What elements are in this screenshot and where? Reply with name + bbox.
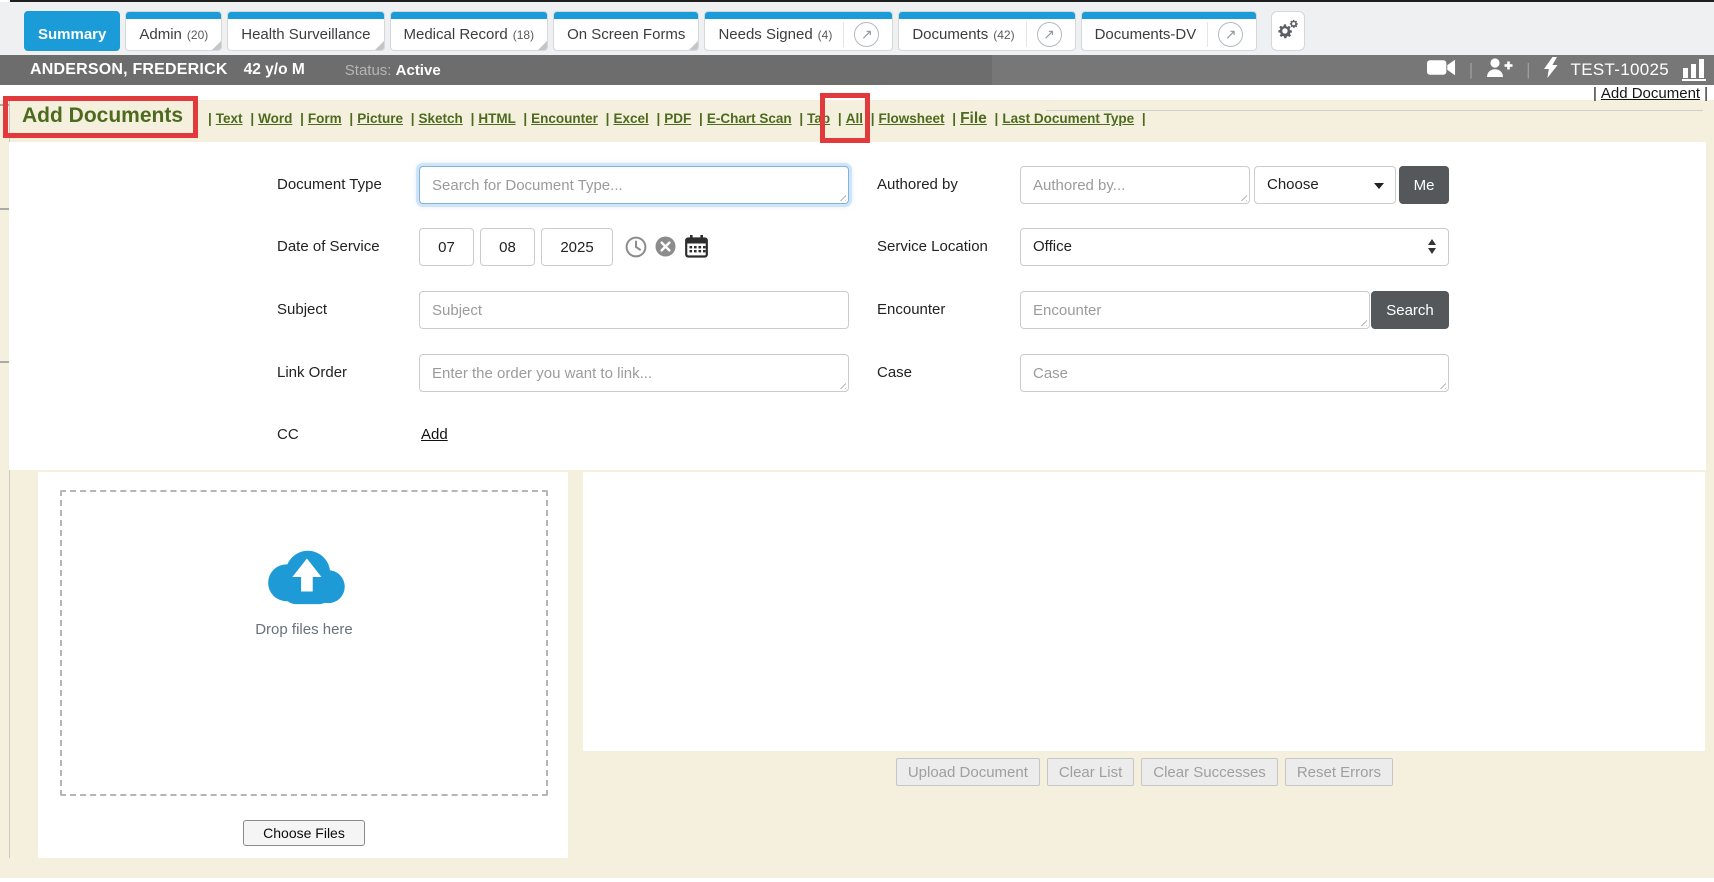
patient-id: TEST-10025 xyxy=(1571,60,1669,80)
document-type-links: |Text |Word |Form |Picture |Sketch |HTML… xyxy=(204,110,1150,128)
patient-bar: ANDERSON, FREDERICK 42 y/o M Status: Act… xyxy=(0,55,1714,85)
link-order-label: Link Order xyxy=(277,354,347,392)
link-excel[interactable]: Excel xyxy=(613,111,648,126)
tab-label: Health Surveillance xyxy=(241,26,370,43)
separator: | xyxy=(1526,60,1530,80)
authored-by-label: Authored by xyxy=(877,166,958,204)
tab-medical-record[interactable]: Medical Record (18) xyxy=(390,11,549,51)
clock-history-icon[interactable] xyxy=(625,236,647,263)
choose-select[interactable]: Choose xyxy=(1254,166,1396,204)
case-label: Case xyxy=(877,354,912,392)
patient-name: ANDERSON, FREDERICK xyxy=(30,61,228,79)
date-month-input[interactable] xyxy=(419,228,474,266)
ehr-window: Summary Admin (20) Health Surveillance M… xyxy=(0,0,1714,882)
tab-label: On Screen Forms xyxy=(567,26,685,43)
tab-health-surveillance[interactable]: Health Surveillance xyxy=(227,11,384,51)
popout-icon[interactable]: ↗ xyxy=(843,22,879,47)
add-document-link[interactable]: |Add Document| xyxy=(1593,85,1708,102)
drop-files-text: Drop files here xyxy=(62,621,546,638)
tab-count: (20) xyxy=(187,28,208,42)
tab-count: (42) xyxy=(993,28,1014,42)
tab-label: Admin xyxy=(139,26,182,43)
document-form: Document Type Authored by Choose Me Date… xyxy=(9,142,1706,470)
tab-label: Documents-DV xyxy=(1095,26,1197,43)
tab-label: Documents xyxy=(912,26,988,43)
tab-documents[interactable]: Documents (42) ↗ xyxy=(898,11,1075,51)
link-pdf[interactable]: PDF xyxy=(664,111,691,126)
encounter-input[interactable] xyxy=(1020,291,1370,329)
subject-label: Subject xyxy=(277,291,327,329)
link-flowsheet[interactable]: Flowsheet xyxy=(879,111,945,126)
left-tick xyxy=(0,361,9,363)
add-documents-panel: Add Documents |Text |Word |Form |Picture… xyxy=(0,100,1714,878)
link-all[interactable]: All xyxy=(846,111,863,126)
clear-list-button[interactable]: Clear List xyxy=(1047,758,1134,786)
reset-errors-button[interactable]: Reset Errors xyxy=(1285,758,1393,786)
popout-icon[interactable]: ↗ xyxy=(1026,22,1062,47)
settings-gears-icon[interactable] xyxy=(1271,11,1305,51)
tab-on-screen-forms[interactable]: On Screen Forms xyxy=(553,11,699,51)
left-tick xyxy=(0,104,9,106)
calendar-icon[interactable] xyxy=(685,235,708,263)
link-file[interactable]: File xyxy=(960,110,987,127)
date-of-service-label: Date of Service xyxy=(277,228,380,266)
link-word[interactable]: Word xyxy=(258,111,292,126)
drop-zone[interactable]: Drop files here xyxy=(60,490,548,796)
tab-count: (4) xyxy=(818,28,833,42)
link-text[interactable]: Text xyxy=(216,111,243,126)
up-down-arrows-icon xyxy=(1428,239,1436,254)
cc-add-link[interactable]: Add xyxy=(421,423,448,447)
cc-label: CC xyxy=(277,423,299,447)
tab-admin[interactable]: Admin (20) xyxy=(125,11,222,51)
tab-documents-dv[interactable]: Documents-DV ↗ xyxy=(1081,11,1258,51)
separator: | xyxy=(1469,60,1473,80)
encounter-search-button[interactable]: Search xyxy=(1371,291,1449,329)
link-picture[interactable]: Picture xyxy=(357,111,403,126)
tab-label: Needs Signed xyxy=(718,26,812,43)
upload-document-button[interactable]: Upload Document xyxy=(896,758,1040,786)
tab-needs-signed[interactable]: Needs Signed (4) ↗ xyxy=(704,11,893,51)
document-type-input[interactable] xyxy=(419,166,849,204)
bar-chart-icon[interactable] xyxy=(1682,59,1706,81)
date-day-input[interactable] xyxy=(480,228,535,266)
link-last-document-type[interactable]: Last Document Type xyxy=(1002,111,1134,126)
popout-icon[interactable]: ↗ xyxy=(1207,22,1243,47)
page-title: Add Documents xyxy=(22,104,183,128)
video-camera-icon[interactable] xyxy=(1427,59,1456,81)
date-year-input[interactable] xyxy=(541,228,613,266)
tab-label: Medical Record xyxy=(404,26,508,43)
lightning-icon[interactable] xyxy=(1544,57,1558,83)
chevron-down-icon xyxy=(1374,183,1384,189)
left-tick xyxy=(0,208,9,210)
patient-status: Status: Active xyxy=(345,62,441,79)
document-type-label: Document Type xyxy=(277,166,382,204)
tab-summary[interactable]: Summary xyxy=(24,11,120,51)
cloud-upload-icon xyxy=(62,544,546,613)
case-input[interactable] xyxy=(1020,354,1449,392)
patient-age-sex: 42 y/o M xyxy=(244,61,305,79)
link-tab[interactable]: Tab xyxy=(807,111,830,126)
upload-card: Drop files here Choose Files xyxy=(38,472,568,858)
link-order-input[interactable] xyxy=(419,354,849,392)
upload-actions: Upload Document Clear List Clear Success… xyxy=(896,758,1393,786)
me-button[interactable]: Me xyxy=(1399,166,1449,204)
link-html[interactable]: HTML xyxy=(478,111,515,126)
link-form[interactable]: Form xyxy=(308,111,342,126)
link-encounter[interactable]: Encounter xyxy=(531,111,598,126)
clear-date-icon[interactable] xyxy=(655,236,676,262)
subject-input[interactable] xyxy=(419,291,849,329)
service-location-label: Service Location xyxy=(877,228,988,266)
chart-tab-bar: Summary Admin (20) Health Surveillance M… xyxy=(0,2,1714,55)
link-sketch[interactable]: Sketch xyxy=(419,111,463,126)
encounter-label: Encounter xyxy=(877,291,945,329)
service-location-select[interactable]: Office xyxy=(1020,228,1449,266)
link-e-chart-scan[interactable]: E-Chart Scan xyxy=(707,111,792,126)
upload-list-panel xyxy=(583,472,1705,751)
tab-label: Summary xyxy=(38,26,106,43)
clear-successes-button[interactable]: Clear Successes xyxy=(1141,758,1278,786)
choose-files-button[interactable]: Choose Files xyxy=(243,820,365,846)
add-person-icon[interactable] xyxy=(1486,58,1513,82)
authored-by-input[interactable] xyxy=(1020,166,1250,204)
tab-count: (18) xyxy=(513,28,534,42)
